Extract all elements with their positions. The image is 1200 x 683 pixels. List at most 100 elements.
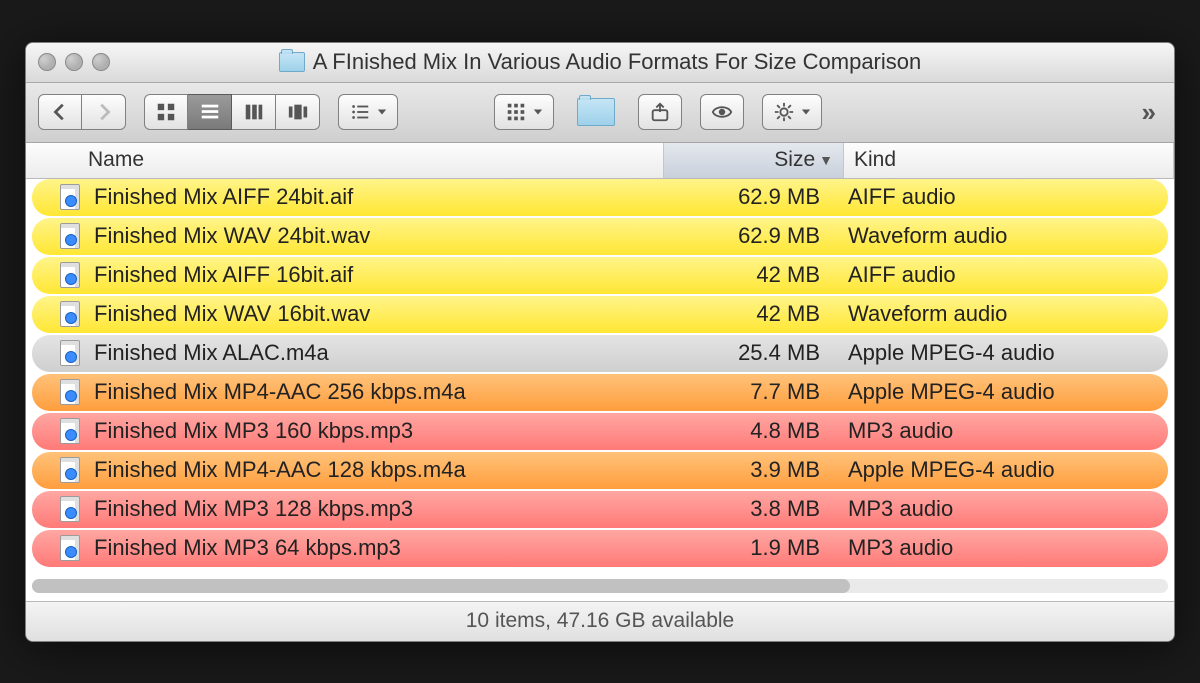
file-icon-cell <box>32 340 84 366</box>
file-name: Finished Mix MP3 64 kbps.mp3 <box>84 535 658 561</box>
nav-buttons <box>38 94 126 130</box>
column-kind-label: Kind <box>854 148 896 172</box>
chevron-down-icon <box>801 107 811 117</box>
audio-file-icon <box>60 496 80 522</box>
file-row[interactable]: Finished Mix MP3 64 kbps.mp31.9 MBMP3 au… <box>32 530 1168 567</box>
file-row[interactable]: Finished Mix AIFF 24bit.aif62.9 MBAIFF a… <box>32 179 1168 216</box>
share-icon <box>649 101 671 123</box>
file-row[interactable]: Finished Mix WAV 24bit.wav62.9 MBWavefor… <box>32 218 1168 255</box>
file-size: 42 MB <box>658 301 838 327</box>
audio-file-icon <box>60 418 80 444</box>
audio-file-icon <box>60 535 80 561</box>
file-row[interactable]: Finished Mix WAV 16bit.wav42 MBWaveform … <box>32 296 1168 333</box>
file-name: Finished Mix MP3 160 kbps.mp3 <box>84 418 658 444</box>
column-spacer <box>26 143 78 178</box>
audio-file-icon <box>60 340 80 366</box>
audio-file-icon <box>60 301 80 327</box>
file-size: 7.7 MB <box>658 379 838 405</box>
coverflow-icon <box>287 101 309 123</box>
audio-file-icon <box>60 184 80 210</box>
status-text: 10 items, 47.16 GB available <box>466 609 735 633</box>
file-icon-cell <box>32 184 84 210</box>
scroll-area <box>26 569 1174 601</box>
view-mode-buttons <box>144 94 320 130</box>
back-icon <box>49 101 71 123</box>
finder-window: A FInished Mix In Various Audio Formats … <box>25 42 1175 642</box>
titlebar[interactable]: A FInished Mix In Various Audio Formats … <box>26 43 1174 83</box>
file-size: 3.9 MB <box>658 457 838 483</box>
status-bar: 10 items, 47.16 GB available <box>26 601 1174 641</box>
file-kind: Apple MPEG-4 audio <box>838 457 1168 483</box>
close-button[interactable] <box>38 53 56 71</box>
file-name: Finished Mix AIFF 24bit.aif <box>84 184 658 210</box>
file-kind: MP3 audio <box>838 418 1168 444</box>
arrange-icon <box>349 101 371 123</box>
file-kind: MP3 audio <box>838 535 1168 561</box>
file-icon-cell <box>32 535 84 561</box>
file-kind: Waveform audio <box>838 301 1168 327</box>
file-kind: Apple MPEG-4 audio <box>838 340 1168 366</box>
file-icon-cell <box>32 418 84 444</box>
minimize-button[interactable] <box>65 53 83 71</box>
file-kind: Apple MPEG-4 audio <box>838 379 1168 405</box>
horizontal-scrollbar[interactable] <box>32 579 1168 593</box>
forward-button[interactable] <box>82 94 126 130</box>
column-name[interactable]: Name <box>78 143 664 178</box>
arrange-button[interactable] <box>338 94 398 130</box>
column-view-button[interactable] <box>232 94 276 130</box>
item-arrangement-button[interactable] <box>494 94 554 130</box>
file-icon-cell <box>32 457 84 483</box>
audio-file-icon <box>60 223 80 249</box>
list-view-button[interactable] <box>188 94 232 130</box>
file-name: Finished Mix ALAC.m4a <box>84 340 658 366</box>
arrange-button-group <box>338 94 398 130</box>
zoom-button[interactable] <box>92 53 110 71</box>
coverflow-view-button[interactable] <box>276 94 320 130</box>
file-kind: AIFF audio <box>838 262 1168 288</box>
file-size: 62.9 MB <box>658 184 838 210</box>
file-name: Finished Mix AIFF 16bit.aif <box>84 262 658 288</box>
share-button[interactable] <box>638 94 682 130</box>
item-arrangement-button-group <box>494 94 554 130</box>
file-name: Finished Mix WAV 24bit.wav <box>84 223 658 249</box>
eye-icon <box>711 101 733 123</box>
file-icon-cell <box>32 301 84 327</box>
file-size: 1.9 MB <box>658 535 838 561</box>
back-button[interactable] <box>38 94 82 130</box>
columns-icon <box>243 101 265 123</box>
grid-icon <box>155 101 177 123</box>
file-kind: Waveform audio <box>838 223 1168 249</box>
file-size: 42 MB <box>658 262 838 288</box>
scrollbar-thumb[interactable] <box>32 579 850 593</box>
audio-file-icon <box>60 379 80 405</box>
column-kind[interactable]: Kind <box>844 143 1174 178</box>
file-row[interactable]: Finished Mix ALAC.m4a25.4 MBApple MPEG-4… <box>32 335 1168 372</box>
file-row[interactable]: Finished Mix MP3 128 kbps.mp33.8 MBMP3 a… <box>32 491 1168 528</box>
folder-icon <box>577 98 615 126</box>
toolbar: » <box>26 83 1174 143</box>
chevron-down-icon <box>533 107 543 117</box>
list-icon <box>199 101 221 123</box>
open-folder-button[interactable] <box>572 94 620 130</box>
quicklook-button[interactable] <box>700 94 744 130</box>
icon-view-button[interactable] <box>144 94 188 130</box>
file-row[interactable]: Finished Mix MP4-AAC 128 kbps.m4a3.9 MBA… <box>32 452 1168 489</box>
file-row[interactable]: Finished Mix AIFF 16bit.aif42 MBAIFF aud… <box>32 257 1168 294</box>
file-row[interactable]: Finished Mix MP4-AAC 256 kbps.m4a7.7 MBA… <box>32 374 1168 411</box>
audio-file-icon <box>60 262 80 288</box>
sort-descending-icon: ▼ <box>819 152 833 168</box>
file-size: 25.4 MB <box>658 340 838 366</box>
column-size[interactable]: Size ▼ <box>664 143 844 178</box>
file-name: Finished Mix MP3 128 kbps.mp3 <box>84 496 658 522</box>
item-arrangement-icon <box>505 101 527 123</box>
file-kind: MP3 audio <box>838 496 1168 522</box>
toolbar-overflow-button[interactable]: » <box>1142 97 1162 128</box>
file-name: Finished Mix MP4-AAC 256 kbps.m4a <box>84 379 658 405</box>
action-button[interactable] <box>762 94 822 130</box>
file-kind: AIFF audio <box>838 184 1168 210</box>
file-list: Finished Mix AIFF 24bit.aif62.9 MBAIFF a… <box>26 179 1174 569</box>
chevron-down-icon <box>377 107 387 117</box>
column-headers: Name Size ▼ Kind <box>26 143 1174 179</box>
file-name: Finished Mix MP4-AAC 128 kbps.m4a <box>84 457 658 483</box>
file-row[interactable]: Finished Mix MP3 160 kbps.mp34.8 MBMP3 a… <box>32 413 1168 450</box>
